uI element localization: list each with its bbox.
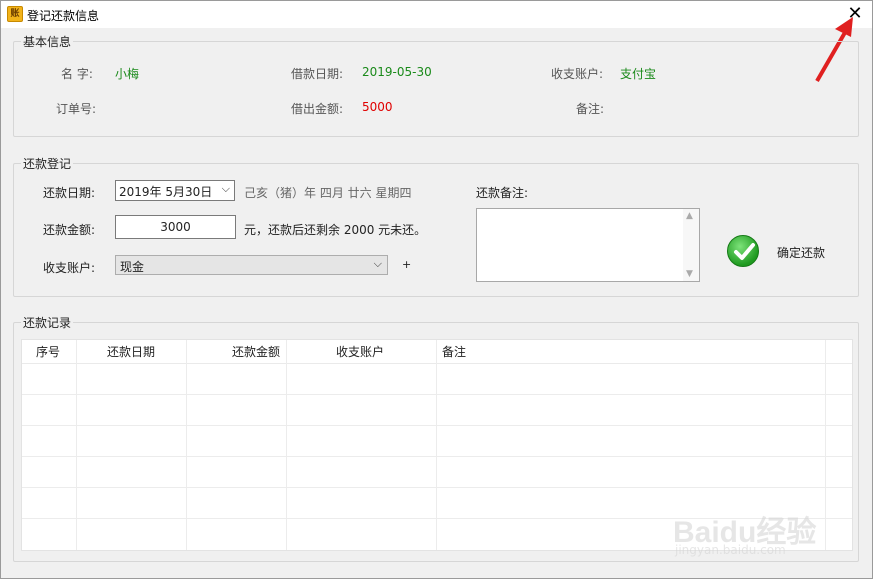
column-header-date[interactable]: 还款日期	[107, 340, 155, 364]
basic-info-group: 基本信息	[13, 33, 859, 137]
loan-date-value: 2019-05-30	[362, 65, 432, 79]
repay-date-value: 2019年 5月30日	[119, 185, 213, 199]
repay-account-select[interactable]: 现金 ⌵	[115, 255, 388, 275]
repay-amount-input[interactable]: 3000	[115, 215, 236, 239]
repay-date-label: 还款日期:	[43, 186, 96, 200]
account-value: 支付宝	[620, 67, 657, 81]
memo-scrollbar[interactable]: ▲ ▼	[683, 209, 699, 281]
watermark-url: jingyan.baidu.com	[675, 543, 786, 557]
basic-info-label: 基本信息	[21, 33, 74, 50]
remark-label: 备注:	[576, 102, 605, 116]
chevron-down-icon[interactable]: ⌵	[374, 257, 382, 271]
column-header-index[interactable]: 序号	[36, 340, 60, 364]
repay-records-label: 还款记录	[21, 314, 74, 331]
repay-memo-label: 还款备注:	[476, 186, 529, 200]
repay-register-label: 还款登记	[21, 155, 74, 172]
title-bar: 账 登记还款信息 ✕	[1, 1, 872, 28]
column-header-account[interactable]: 收支账户	[336, 340, 384, 364]
remaining-text: 元，还款后还剩余 2000 元未还。	[244, 223, 427, 237]
app-logo-icon: 账	[7, 6, 23, 22]
loan-amount-value: 5000	[362, 100, 393, 114]
chevron-up-icon[interactable]: ▲	[686, 211, 693, 221]
name-value: 小梅	[115, 67, 140, 81]
repay-memo-textarea[interactable]: ▲ ▼	[476, 208, 700, 282]
loan-date-label: 借款日期:	[291, 67, 344, 81]
column-header-remark[interactable]: 备注	[442, 340, 466, 364]
repayment-dialog: 账 登记还款信息 ✕ 基本信息 名 字: 小梅 借款日期: 2019-05-30…	[0, 0, 873, 579]
repay-amount-label: 还款金额:	[43, 223, 96, 237]
table-header: 序号 还款日期 还款金额 收支账户 备注	[22, 340, 852, 364]
chevron-down-icon[interactable]: ▼	[686, 269, 693, 279]
name-label: 名 字:	[61, 67, 93, 81]
repay-date-picker[interactable]: 2019年 5月30日 ⌵	[115, 180, 235, 201]
chevron-down-icon[interactable]: ⌵	[222, 182, 230, 196]
add-account-button[interactable]: +	[402, 258, 411, 271]
repay-account-value: 现金	[120, 260, 145, 274]
loan-amount-label: 借出金额:	[291, 102, 344, 116]
checkmark-icon[interactable]	[727, 235, 759, 267]
column-header-amount[interactable]: 还款金额	[232, 340, 280, 364]
lunar-date-text: 己亥（猪）年 四月 廿六 星期四	[244, 186, 412, 200]
account-label: 收支账户:	[551, 67, 604, 81]
order-no-label: 订单号:	[56, 102, 97, 116]
baidu-watermark: Baidu经验 jingyan.baidu.com	[663, 483, 833, 563]
repay-account-label: 收支账户:	[43, 261, 96, 275]
window-title: 登记还款信息	[27, 9, 100, 23]
confirm-repay-button[interactable]: 确定还款	[777, 244, 825, 261]
